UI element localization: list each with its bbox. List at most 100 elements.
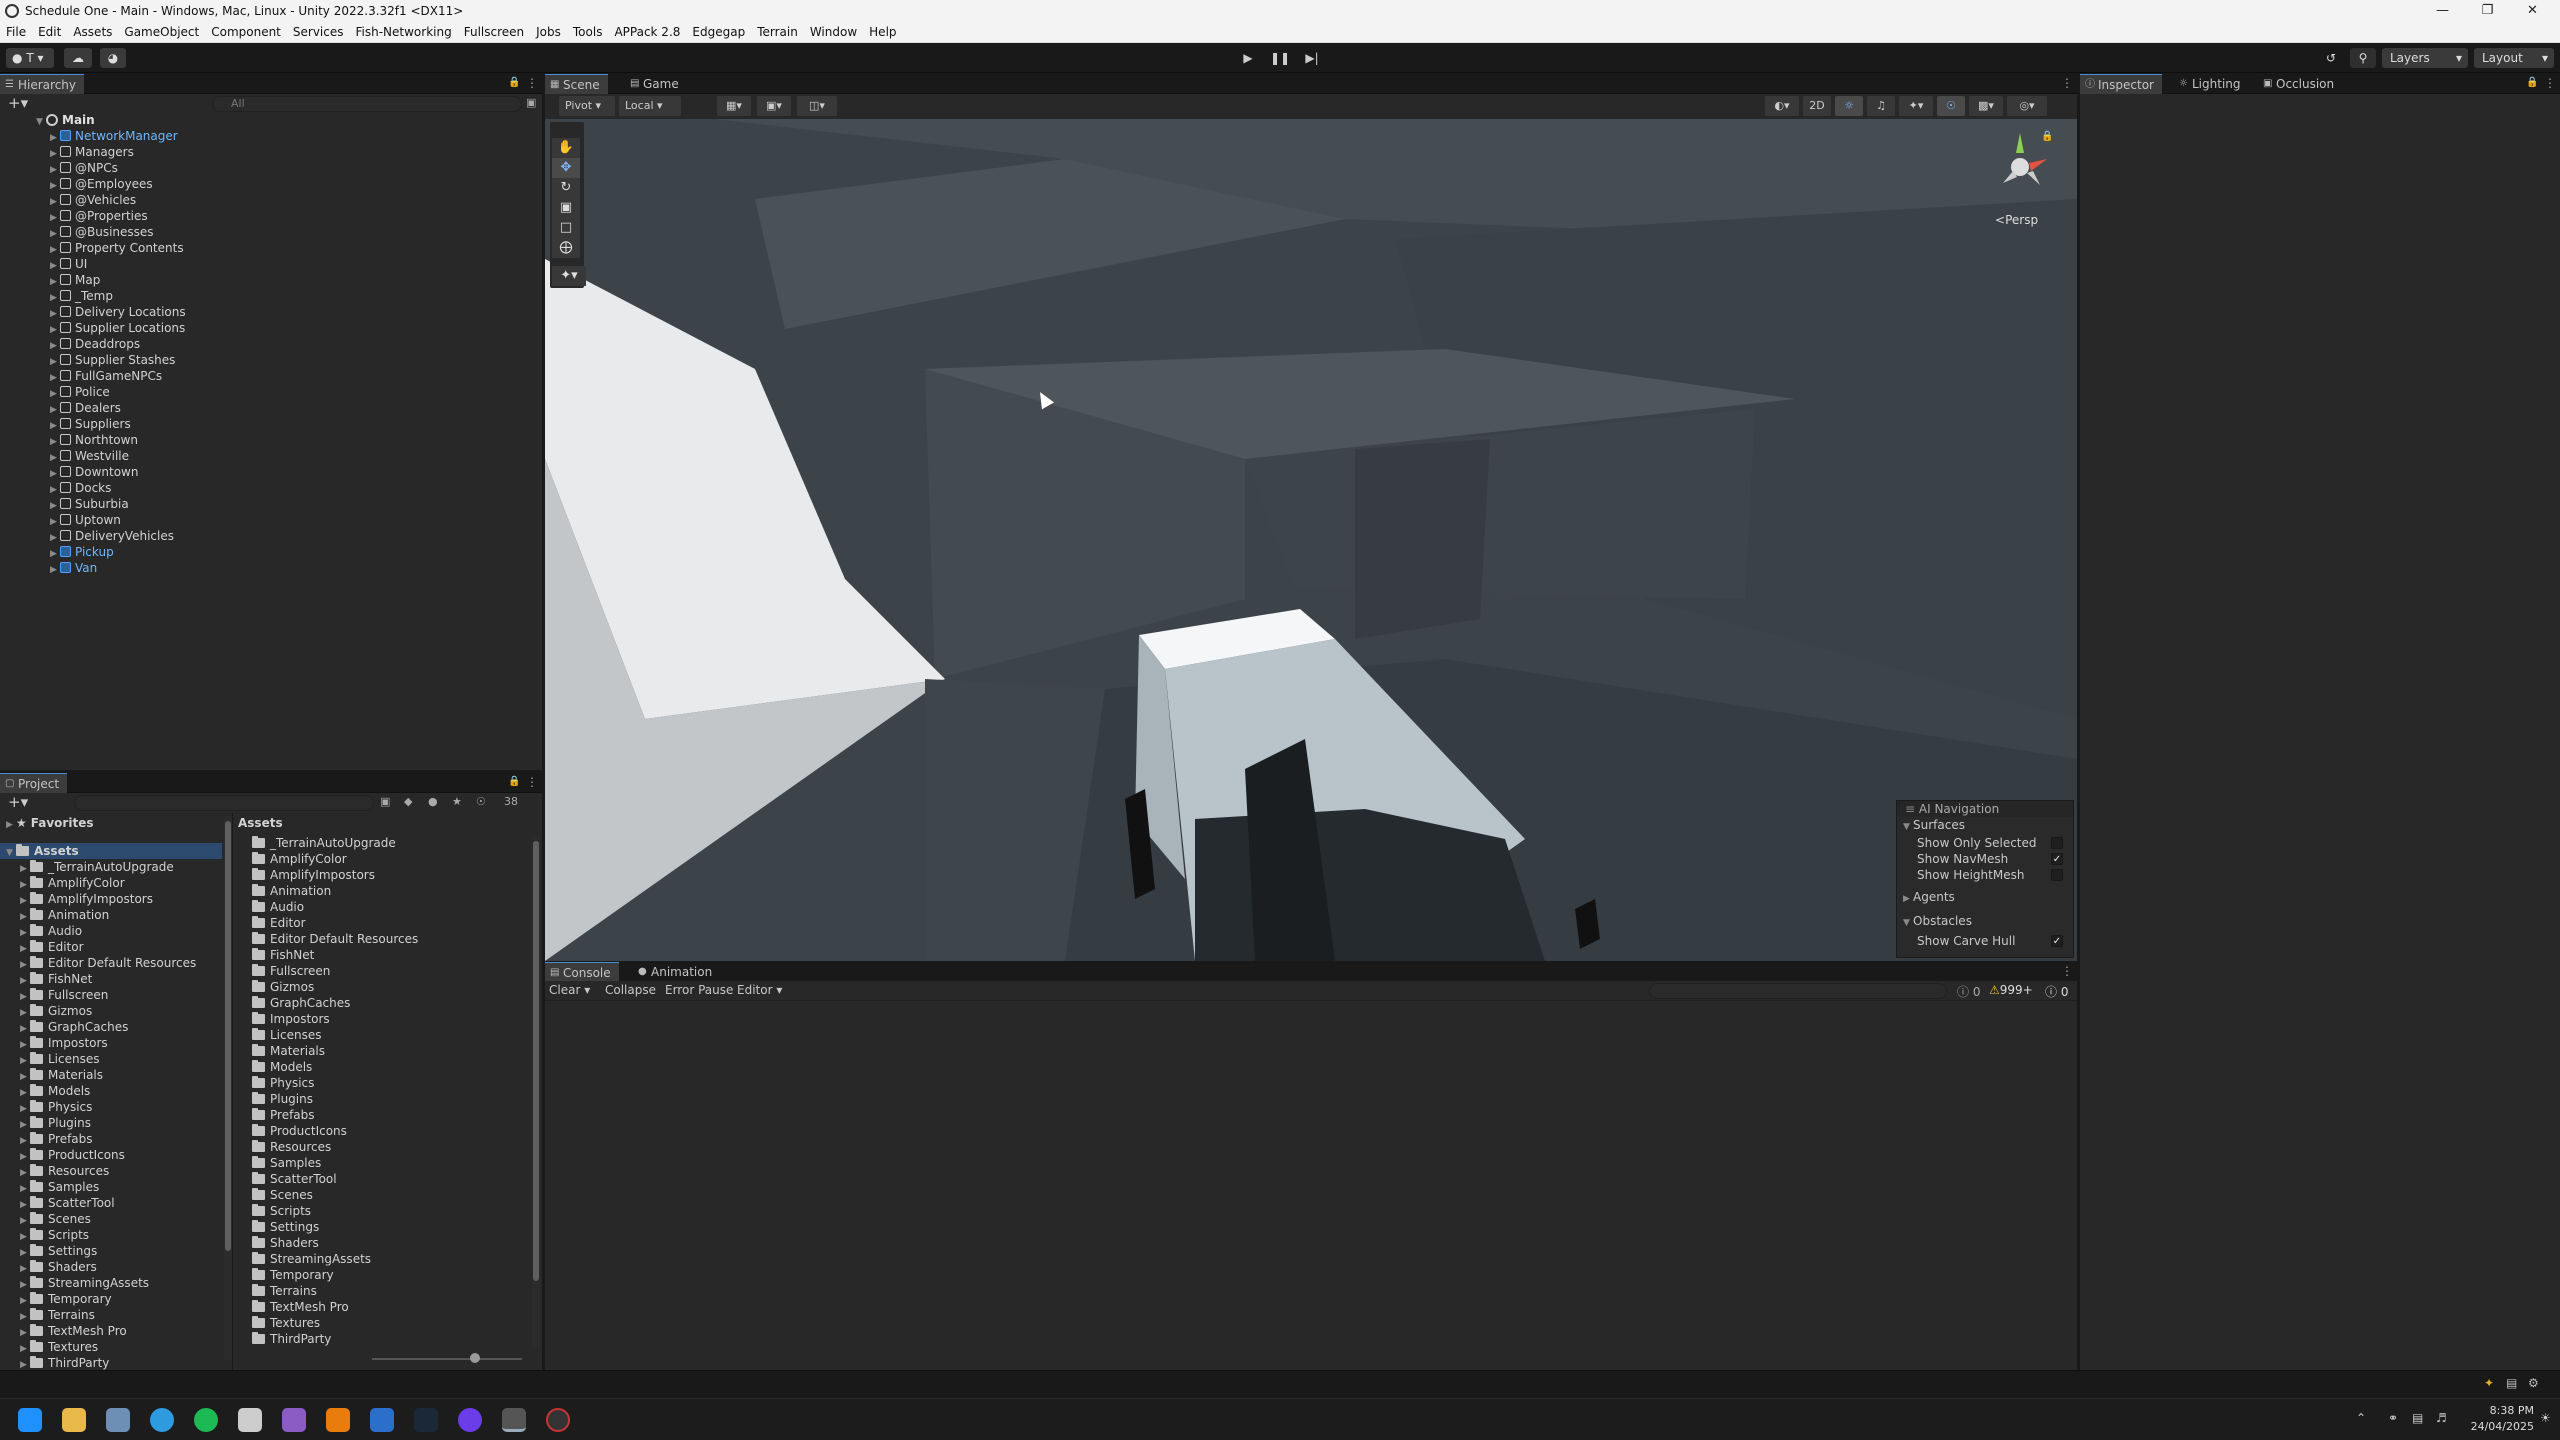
menu-services[interactable]: Services bbox=[287, 21, 350, 43]
assets-root-item[interactable]: ▼ Assets bbox=[0, 843, 222, 859]
asset-folder-item[interactable]: Audio bbox=[252, 899, 304, 915]
kebab-menu-icon[interactable]: ⋮ bbox=[526, 76, 538, 90]
asset-folder-item[interactable]: Models bbox=[252, 1059, 312, 1075]
project-tree-folder[interactable]: ▶ Plugins bbox=[20, 1115, 91, 1131]
tree-scroll-thumb[interactable] bbox=[225, 821, 231, 1251]
chrome-icon[interactable] bbox=[150, 1408, 174, 1432]
local-dropdown[interactable]: Local ▾ bbox=[619, 96, 681, 116]
hierarchy-item[interactable]: ▶ Police bbox=[50, 384, 110, 400]
hierarchy-item[interactable]: ▶ @Vehicles bbox=[50, 192, 136, 208]
effects-icon[interactable]: ✦▾ bbox=[1899, 96, 1933, 116]
label-filter-icon[interactable]: ◆ bbox=[404, 795, 412, 808]
asset-folder-item[interactable]: Terrains bbox=[252, 1283, 317, 1299]
asset-folder-item[interactable]: ScatterTool bbox=[252, 1171, 337, 1187]
chevron-up-icon[interactable]: ⌃ bbox=[2356, 1411, 2366, 1425]
hierarchy-item[interactable]: ▶ Northtown bbox=[50, 432, 138, 448]
asset-folder-item[interactable]: GraphCaches bbox=[252, 995, 350, 1011]
tab-inspector[interactable]: ⓘ Inspector bbox=[2080, 74, 2162, 94]
microphone-icon[interactable]: ⚭ bbox=[2388, 1411, 2398, 1425]
project-tree-folder[interactable]: ▶ GraphCaches bbox=[20, 1019, 128, 1035]
menu-edgegap[interactable]: Edgegap bbox=[686, 21, 751, 43]
progress-icon[interactable]: ✦ bbox=[2484, 1376, 2494, 1390]
asset-folder-item[interactable]: Physics bbox=[252, 1075, 314, 1091]
rotate-tool-icon[interactable]: ↻ bbox=[552, 178, 580, 198]
network-icon[interactable]: ▤ bbox=[2412, 1411, 2423, 1425]
hierarchy-item[interactable]: ▶ @Properties bbox=[50, 208, 148, 224]
project-tree-folder[interactable]: ▶ TextMesh Pro bbox=[20, 1323, 127, 1339]
project-tree-folder[interactable]: ▶ AmplifyImpostors bbox=[20, 891, 153, 907]
draw-mode-icon[interactable]: ◐▾ bbox=[1765, 96, 1799, 116]
warning-count-toggle[interactable]: ⚠999+ bbox=[1989, 983, 2033, 997]
collapse-button[interactable]: Collapse bbox=[605, 983, 656, 997]
visual-studio-icon[interactable] bbox=[282, 1408, 306, 1432]
hierarchy-item[interactable]: ▶ Supplier Locations bbox=[50, 320, 185, 336]
windows-start-icon[interactable] bbox=[18, 1408, 42, 1432]
history-icon[interactable]: ↺ bbox=[2318, 48, 2344, 68]
hand-tool-icon[interactable]: ✋ bbox=[552, 138, 580, 158]
project-tree-folder[interactable]: ▶ Licenses bbox=[20, 1051, 100, 1067]
menu-file[interactable]: File bbox=[0, 21, 32, 43]
asset-folder-item[interactable]: StreamingAssets bbox=[252, 1251, 371, 1267]
zoom-slider[interactable] bbox=[372, 1358, 522, 1360]
asset-folder-item[interactable]: Impostors bbox=[252, 1011, 330, 1027]
project-tree-folder[interactable]: ▶ Textures bbox=[20, 1339, 98, 1355]
project-tree-folder[interactable]: ▶ FishNet bbox=[20, 971, 92, 987]
grid-snap-icon[interactable]: ▦▾ bbox=[717, 96, 751, 116]
error-pause-button[interactable]: Error Pause bbox=[665, 983, 733, 997]
hierarchy-item[interactable]: ▶ Van bbox=[50, 560, 97, 576]
asset-folder-item[interactable]: Editor Default Resources bbox=[252, 931, 418, 947]
project-tree-folder[interactable]: ▶ Animation bbox=[20, 907, 109, 923]
asset-folder-item[interactable]: Scripts bbox=[252, 1203, 311, 1219]
project-tree-folder[interactable]: ▶ Samples bbox=[20, 1179, 99, 1195]
asset-folder-item[interactable]: ThirdParty bbox=[252, 1331, 331, 1347]
project-tree-folder[interactable]: ▶ Terrains bbox=[20, 1307, 95, 1323]
menu-gameobject[interactable]: GameObject bbox=[118, 21, 205, 43]
asset-folder-item[interactable]: _TerrainAutoUpgrade bbox=[252, 835, 396, 851]
zoom-slider-handle[interactable] bbox=[470, 1353, 480, 1363]
volume-icon[interactable]: ♬ bbox=[2436, 1411, 2447, 1425]
unity-editor-icon[interactable] bbox=[502, 1408, 526, 1432]
asset-folder-item[interactable]: Fullscreen bbox=[252, 963, 330, 979]
asset-folder-item[interactable]: AmplifyImpostors bbox=[252, 867, 375, 883]
hierarchy-item[interactable]: ▶ Supplier Stashes bbox=[50, 352, 175, 368]
hierarchy-item[interactable]: ▶ NetworkManager bbox=[50, 128, 178, 144]
lock-icon[interactable]: 🔒 bbox=[2526, 77, 2538, 88]
project-tree-folder[interactable]: ▶ Physics bbox=[20, 1099, 92, 1115]
photos-icon[interactable] bbox=[106, 1408, 130, 1432]
menu-fullscreen[interactable]: Fullscreen bbox=[458, 21, 530, 43]
hierarchy-item[interactable]: ▶ UI bbox=[50, 256, 87, 272]
asset-folder-item[interactable]: Shaders bbox=[252, 1235, 319, 1251]
settings-icon[interactable]: ⚙ bbox=[2528, 1376, 2539, 1390]
scene-root[interactable]: ▼ Main bbox=[36, 112, 95, 128]
cache-server-icon[interactable]: ▤ bbox=[2506, 1376, 2517, 1390]
pause-icon[interactable]: ❚❚ bbox=[1270, 49, 1290, 67]
tab-console[interactable]: ▤ Console bbox=[545, 962, 619, 982]
project-search-input[interactable] bbox=[74, 795, 374, 811]
minimize-icon[interactable]: — bbox=[2420, 0, 2465, 21]
star-icon[interactable]: ★ bbox=[452, 795, 462, 808]
project-tree-folder[interactable]: ▶ Scripts bbox=[20, 1227, 89, 1243]
menu-help[interactable]: Help bbox=[863, 21, 902, 43]
menu-edit[interactable]: Edit bbox=[32, 21, 67, 43]
hierarchy-item[interactable]: ▶ Delivery Locations bbox=[50, 304, 186, 320]
hierarchy-item[interactable]: ▶ Pickup bbox=[50, 544, 114, 560]
project-tree-folder[interactable]: ▶ Settings bbox=[20, 1243, 97, 1259]
perspective-label[interactable]: <Persp bbox=[1995, 213, 2038, 227]
show-only-selected-toggle[interactable]: Show Only Selected bbox=[1897, 835, 2073, 851]
filter-icon[interactable]: ▣ bbox=[526, 96, 536, 109]
tab-animation[interactable]: ● Animation bbox=[633, 962, 720, 982]
tree-scrollbar[interactable] bbox=[224, 817, 232, 1360]
grid-visibility-icon[interactable]: ▣▾ bbox=[757, 96, 791, 116]
toggle-2d-button[interactable]: 2D bbox=[1803, 96, 1831, 116]
hierarchy-item[interactable]: ▶ Suppliers bbox=[50, 416, 131, 432]
obstacles-foldout[interactable]: ▼ Obstacles bbox=[1897, 913, 2073, 929]
asset-folder-item[interactable]: Editor bbox=[252, 915, 306, 931]
audio-toggle-icon[interactable]: ♫ bbox=[1867, 96, 1895, 116]
account-button[interactable]: ● T ▾ bbox=[6, 48, 54, 68]
asset-folder-item[interactable]: Plugins bbox=[252, 1091, 313, 1107]
clear-button[interactable]: Clear ▾ bbox=[549, 983, 590, 997]
project-tree-folder[interactable]: ▶ Shaders bbox=[20, 1259, 97, 1275]
show-heightmesh-toggle[interactable]: Show HeightMesh bbox=[1897, 867, 2073, 883]
gizmos-icon[interactable]: ◎▾ bbox=[2007, 96, 2047, 116]
rect-tool-icon[interactable]: □ bbox=[552, 218, 580, 238]
